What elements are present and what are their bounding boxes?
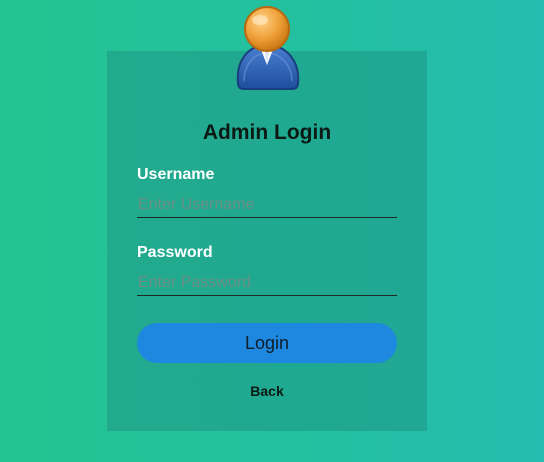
page-title: Admin Login	[202, 121, 332, 144]
login-button[interactable]: Login	[137, 323, 397, 363]
password-input[interactable]	[137, 270, 397, 296]
username-input[interactable]	[137, 192, 397, 218]
user-avatar-icon	[230, 3, 305, 93]
login-card: Admin Login Username Password Login Back	[107, 51, 427, 431]
password-label: Password	[137, 244, 213, 261]
username-label: Username	[137, 166, 215, 183]
back-link[interactable]: Back	[107, 383, 427, 399]
